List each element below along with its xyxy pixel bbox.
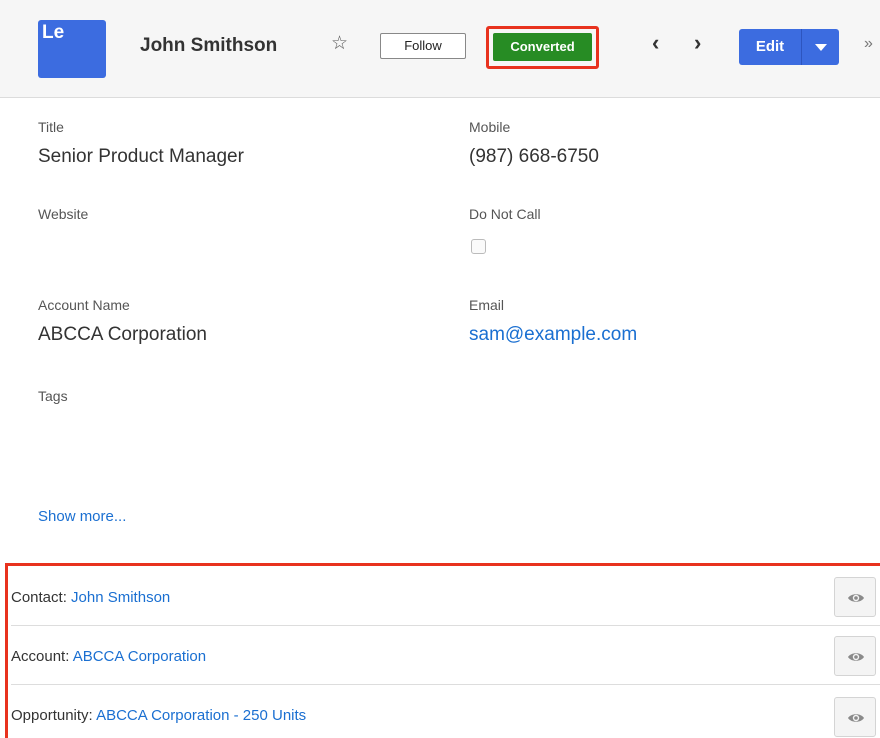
related-row-opportunity: Opportunity: ABCCA Corporation - 250 Uni… — [11, 686, 880, 738]
eye-icon — [848, 714, 864, 722]
do-not-call-checkbox[interactable] — [471, 239, 486, 254]
account-name-label: Account Name — [38, 297, 130, 313]
eye-icon — [848, 653, 864, 661]
preview-button[interactable] — [834, 697, 876, 737]
chevron-left-icon[interactable]: ‹ — [652, 32, 659, 54]
account-name-value: ABCCA Corporation — [38, 324, 207, 345]
chevron-right-icon[interactable]: › — [694, 32, 701, 54]
star-outline-icon[interactable]: ☆ — [331, 34, 348, 53]
do-not-call-label: Do Not Call — [469, 206, 541, 222]
related-row-prefix: Opportunity: — [11, 707, 97, 724]
mobile-value: (987) 668-6750 — [469, 146, 599, 167]
edit-button[interactable]: Edit — [739, 29, 801, 65]
email-link[interactable]: sam@example.com — [469, 324, 637, 346]
double-chevron-right-icon[interactable]: » — [864, 36, 873, 52]
caret-down-icon[interactable] — [802, 29, 839, 65]
mobile-label: Mobile — [469, 119, 511, 135]
avatar: Le — [38, 20, 106, 78]
record-name: John Smithson — [140, 35, 278, 56]
tags-label: Tags — [38, 388, 68, 404]
related-row-text: Contact: John Smithson — [11, 589, 170, 606]
preview-button[interactable] — [834, 577, 876, 617]
related-row-text: Opportunity: ABCCA Corporation - 250 Uni… — [11, 707, 306, 724]
related-row-text: Account: ABCCA Corporation — [11, 648, 206, 665]
edit-button-group: Edit — [739, 29, 839, 65]
title-label: Title — [38, 119, 64, 135]
related-row-prefix: Contact: — [11, 589, 72, 606]
opportunity-link[interactable]: ABCCA Corporation - 250 Units — [96, 707, 306, 724]
record-header: Le John Smithson ☆ Follow Converted ‹ › … — [0, 0, 880, 98]
related-row-account: Account: ABCCA Corporation — [11, 627, 880, 685]
contact-link[interactable]: John Smithson — [71, 589, 170, 606]
website-label: Website — [38, 206, 89, 222]
avatar-text: Le — [42, 22, 65, 43]
email-label: Email — [469, 297, 505, 313]
preview-button[interactable] — [834, 636, 876, 676]
account-link[interactable]: ABCCA Corporation — [73, 648, 206, 665]
show-more-link[interactable]: Show more... — [38, 508, 126, 525]
follow-button[interactable]: Follow — [380, 33, 466, 59]
title-value: Senior Product Manager — [38, 146, 244, 167]
related-row-contact: Contact: John Smithson — [11, 568, 880, 626]
status-badge: Converted — [493, 33, 592, 61]
eye-icon — [848, 594, 864, 602]
related-row-prefix: Account: — [11, 648, 73, 665]
